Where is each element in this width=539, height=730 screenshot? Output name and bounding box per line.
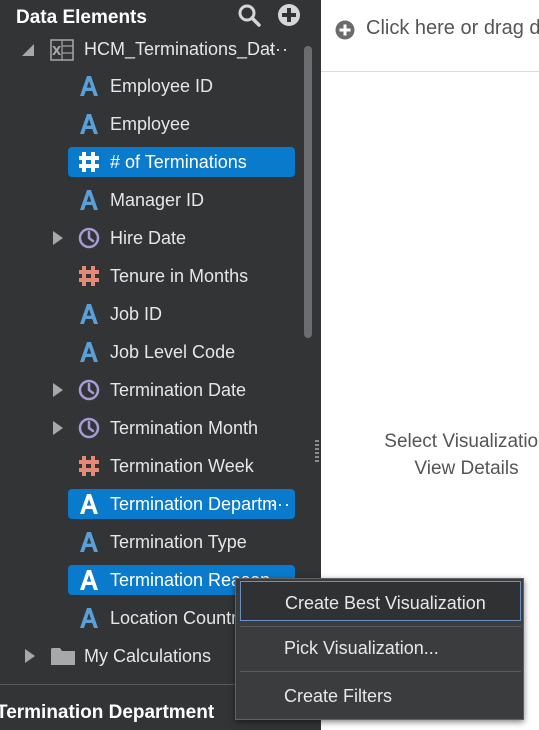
- menu-item-create-best-visualization[interactable]: Create Best Visualization: [240, 581, 521, 621]
- data-element-item[interactable]: Termination Week: [68, 451, 295, 481]
- menu-item-label: Create Filters: [284, 686, 393, 706]
- measure-icon: [79, 456, 99, 476]
- measure-icon: [79, 266, 99, 286]
- menu-item-label: Create Best Visualization: [285, 593, 486, 613]
- attribute-icon: [80, 304, 98, 324]
- data-element-item[interactable]: Termination Date: [68, 375, 295, 405]
- clock-icon: [78, 417, 100, 439]
- drop-target-bar[interactable]: Click here or drag d: [321, 0, 539, 72]
- data-element-label: Job ID: [110, 304, 163, 324]
- empty-message-line1: Select Visualization: [384, 431, 539, 452]
- svg-text:X: X: [52, 44, 62, 58]
- data-element-item[interactable]: Termination Month: [68, 413, 295, 443]
- data-element-label: Termination Date: [110, 380, 247, 400]
- attribute-icon: [80, 494, 98, 514]
- datasource-label: HCM_Terminations_Dat: [84, 39, 276, 59]
- menu-item-label: Pick Visualization...: [284, 638, 439, 658]
- data-element-item[interactable]: Tenure in Months: [68, 261, 295, 291]
- expand-caret-icon[interactable]: [24, 648, 36, 664]
- data-element-item[interactable]: # of Terminations: [68, 147, 295, 177]
- data-element-label: Tenure in Months: [110, 266, 249, 286]
- menu-separator: [240, 671, 521, 672]
- empty-message-line2: View Details: [414, 458, 519, 479]
- context-menu: Create Best Visualization Pick Visualiza…: [235, 578, 524, 720]
- data-element-label: Termination Week: [110, 456, 254, 476]
- excel-datasource-icon: X: [50, 39, 74, 61]
- data-element-label: Location Country: [110, 608, 247, 628]
- properties-title: Termination Department: [0, 702, 215, 723]
- collapse-caret-icon[interactable]: [21, 43, 35, 57]
- add-icon[interactable]: [335, 20, 355, 40]
- data-element-label: Termination Type: [110, 532, 247, 552]
- menu-item-pick-visualization[interactable]: Pick Visualization...: [240, 627, 521, 667]
- data-element-label: Hire Date: [110, 228, 187, 248]
- attribute-icon: [80, 342, 98, 362]
- attribute-icon: [80, 76, 98, 96]
- data-element-item[interactable]: Job ID: [68, 299, 295, 329]
- data-element-item[interactable]: Manager ID: [68, 185, 295, 215]
- clock-icon: [78, 227, 100, 249]
- splitter-handle[interactable]: [315, 440, 319, 464]
- expand-caret-icon[interactable]: [52, 420, 64, 436]
- clock-icon: [78, 379, 100, 401]
- folder-icon: [51, 648, 75, 665]
- truncation-ellipsis: ···: [270, 494, 291, 514]
- attribute-icon: [80, 190, 98, 210]
- data-element-item[interactable]: Termination Departm ···: [68, 489, 295, 519]
- data-element-item[interactable]: Termination Type: [68, 527, 295, 557]
- panel-scrollbar[interactable]: [304, 46, 312, 338]
- empty-canvas-message: Select Visualization View Details: [364, 428, 539, 482]
- panel-title: Data Elements: [16, 7, 147, 28]
- data-element-label: # of Terminations: [110, 152, 247, 172]
- attribute-icon: [80, 532, 98, 552]
- data-element-item[interactable]: Employee: [68, 109, 295, 139]
- data-element-item[interactable]: Hire Date: [68, 223, 295, 253]
- expand-caret-icon[interactable]: [52, 382, 64, 398]
- data-element-label: Employee: [110, 114, 191, 134]
- data-element-label: Manager ID: [110, 190, 205, 210]
- data-element-label: Job Level Code: [110, 342, 236, 362]
- datasource-node[interactable]: X HCM_Terminations_Dat ···: [0, 36, 310, 64]
- data-element-label: Termination Departm: [110, 494, 278, 514]
- attribute-icon: [80, 608, 98, 628]
- data-element-item[interactable]: Job Level Code: [68, 337, 295, 367]
- menu-item-create-filters[interactable]: Create Filters: [240, 675, 521, 715]
- measure-icon: [79, 152, 99, 172]
- attribute-icon: [80, 570, 98, 590]
- data-element-label: Termination Month: [110, 418, 259, 438]
- attribute-icon: [80, 114, 98, 134]
- add-data-icon[interactable]: [277, 3, 301, 27]
- my-calculations-label: My Calculations: [84, 646, 212, 666]
- expand-caret-icon[interactable]: [52, 230, 64, 246]
- data-element-item[interactable]: Employee ID: [68, 71, 295, 101]
- datasource-more: ···: [268, 39, 289, 59]
- drop-hint: Click here or drag d: [366, 17, 539, 39]
- search-icon[interactable]: [237, 3, 261, 27]
- data-element-label: Employee ID: [110, 76, 214, 96]
